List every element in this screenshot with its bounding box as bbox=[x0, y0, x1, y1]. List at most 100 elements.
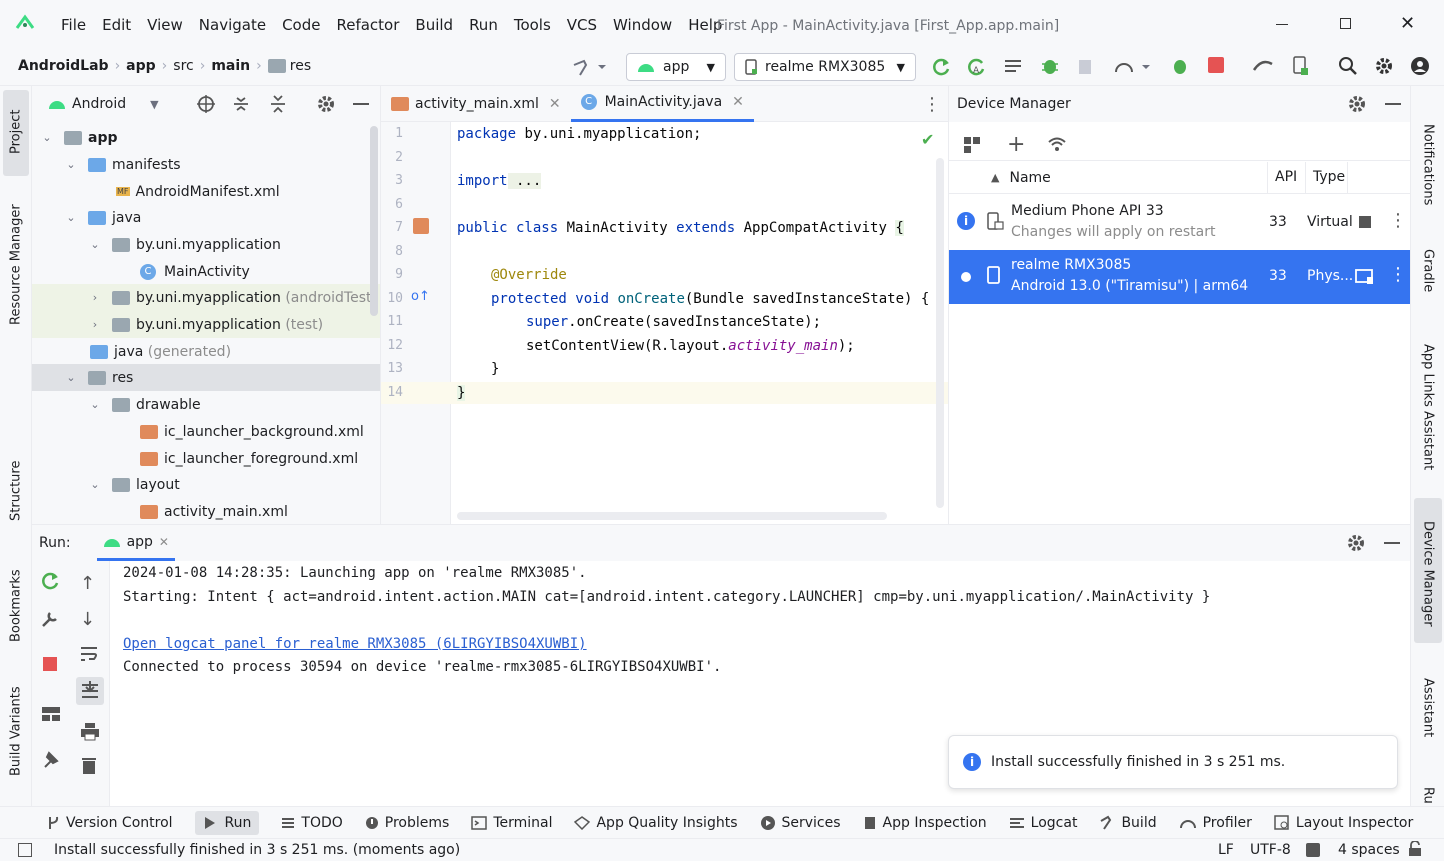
tool-tab-terminal[interactable]: Terminal bbox=[471, 815, 552, 831]
rerun-icon[interactable] bbox=[40, 571, 60, 591]
stop-icon[interactable] bbox=[1208, 57, 1224, 73]
tree-item-activity-main[interactable]: activity_main.xml bbox=[32, 498, 380, 524]
tab-mainactivity-java[interactable]: C MainActivity.java ✕ bbox=[570, 86, 754, 122]
pin-icon[interactable] bbox=[41, 749, 61, 769]
run-list-icon[interactable] bbox=[1004, 58, 1024, 76]
tool-tab-device-manager[interactable]: Device Manager bbox=[1411, 518, 1444, 630]
settings-gear-icon[interactable] bbox=[1347, 94, 1367, 114]
more-options-icon[interactable]: ⋮ bbox=[923, 94, 941, 115]
tool-tab-run[interactable]: Run bbox=[194, 810, 260, 835]
device-mirror-icon[interactable] bbox=[1292, 56, 1310, 76]
print-icon[interactable] bbox=[80, 721, 100, 741]
menu-refactor[interactable]: Refactor bbox=[336, 16, 399, 34]
breadcrumb-project[interactable]: AndroidLab bbox=[18, 58, 109, 74]
file-encoding[interactable]: UTF-8 bbox=[1250, 842, 1291, 858]
chevron-down-icon[interactable]: ⌄ bbox=[64, 158, 78, 171]
chevron-down-icon[interactable]: ▼ bbox=[150, 98, 158, 111]
indent-setting[interactable]: 4 spaces bbox=[1338, 842, 1400, 858]
tool-tab-build[interactable]: Build bbox=[1099, 815, 1157, 831]
tree-item-ic-launcher-foreground[interactable]: ic_launcher_foreground.xml bbox=[32, 445, 380, 472]
run-config-selector[interactable]: app ▼ bbox=[626, 53, 726, 81]
menu-navigate[interactable]: Navigate bbox=[199, 16, 266, 34]
tab-activity-main-xml[interactable]: activity_main.xml ✕ bbox=[381, 86, 571, 122]
tool-tab-resource-manager[interactable]: Resource Manager bbox=[0, 190, 32, 340]
column-header-name[interactable]: Name bbox=[1009, 170, 1050, 186]
install-notification-toast[interactable]: i Install successfully finished in 3 s 2… bbox=[948, 735, 1398, 789]
no-problems-check-icon[interactable]: ✔ bbox=[921, 130, 934, 149]
breadcrumb-res[interactable]: res bbox=[290, 58, 311, 74]
column-header-api[interactable]: API bbox=[1275, 169, 1297, 185]
layout-icon[interactable] bbox=[41, 705, 61, 723]
tool-tab-app-quality-insights[interactable]: App Quality Insights bbox=[574, 815, 738, 831]
more-options-icon[interactable]: ⋮ bbox=[1389, 264, 1407, 285]
add-device-icon[interactable]: + bbox=[1007, 132, 1025, 157]
run-tab-app[interactable]: app ✕ bbox=[96, 525, 175, 561]
tool-tab-gradle[interactable]: Gradle bbox=[1411, 246, 1444, 296]
arrow-down-icon[interactable]: ↓ bbox=[80, 609, 95, 630]
tree-item-app[interactable]: ⌄ app bbox=[32, 124, 380, 151]
horizontal-scrollbar[interactable] bbox=[457, 512, 887, 520]
tool-tab-logcat[interactable]: Logcat bbox=[1009, 815, 1077, 831]
tool-tab-problems[interactable]: Problems bbox=[365, 815, 449, 831]
debug-icon[interactable] bbox=[1040, 56, 1060, 76]
lock-icon[interactable] bbox=[1408, 841, 1422, 857]
tree-item-layout[interactable]: ⌄ layout bbox=[32, 471, 380, 498]
tool-tab-profiler[interactable]: Profiler bbox=[1179, 815, 1252, 831]
line-separator[interactable]: LF bbox=[1218, 842, 1234, 858]
apply-changes-icon[interactable]: A bbox=[966, 57, 986, 77]
menu-run[interactable]: Run bbox=[469, 16, 498, 34]
scroll-to-end-toggle[interactable] bbox=[76, 677, 104, 705]
rerun-icon[interactable] bbox=[931, 57, 951, 77]
tool-tab-project[interactable]: Project bbox=[0, 92, 32, 172]
stop-icon[interactable] bbox=[43, 657, 57, 671]
toggle-tool-windows-icon[interactable] bbox=[18, 843, 32, 857]
restore-button[interactable] bbox=[1340, 18, 1351, 29]
tree-item-mainactivity[interactable]: C MainActivity bbox=[32, 258, 380, 285]
tool-tab-structure[interactable]: Structure bbox=[0, 446, 32, 536]
tool-tab-running-devices[interactable]: Ru bbox=[1411, 784, 1444, 806]
tool-tab-layout-inspector[interactable]: Layout Inspector bbox=[1274, 815, 1413, 831]
chevron-down-icon[interactable]: ⌄ bbox=[88, 398, 102, 411]
tool-tab-app-links[interactable]: App Links Assistant bbox=[1411, 342, 1444, 472]
tool-tab-bookmarks[interactable]: Bookmarks bbox=[0, 556, 32, 656]
status-message[interactable]: Install successfully finished in 3 s 251… bbox=[54, 842, 460, 858]
search-icon[interactable] bbox=[1338, 56, 1358, 76]
menu-window[interactable]: Window bbox=[613, 16, 672, 34]
tree-item-java[interactable]: ⌄ java bbox=[32, 204, 380, 231]
menu-edit[interactable]: Edit bbox=[102, 16, 131, 34]
info-icon[interactable]: i bbox=[957, 212, 975, 230]
close-icon[interactable]: ✕ bbox=[732, 94, 744, 110]
hide-panel-icon[interactable] bbox=[1385, 103, 1401, 105]
settings-gear-icon[interactable] bbox=[316, 94, 336, 114]
sort-ascending-icon[interactable]: ▲ bbox=[991, 171, 999, 184]
project-view-selector[interactable]: Android bbox=[72, 96, 126, 112]
hammer-icon[interactable] bbox=[572, 57, 606, 77]
stop-device-icon[interactable] bbox=[1359, 216, 1371, 228]
attach-debugger-icon[interactable] bbox=[1076, 57, 1096, 77]
folded-imports[interactable]: ... bbox=[507, 173, 542, 189]
tree-item-package-main[interactable]: ⌄ by.uni.myapplication bbox=[32, 231, 380, 258]
settings-gear-icon[interactable] bbox=[1346, 533, 1366, 553]
tool-tab-version-control[interactable]: Version Control bbox=[46, 815, 173, 831]
chevron-right-icon[interactable]: › bbox=[88, 291, 102, 304]
tool-tab-notifications[interactable]: Notifications bbox=[1411, 120, 1444, 210]
menu-tools[interactable]: Tools bbox=[514, 16, 551, 34]
scrollbar[interactable] bbox=[370, 126, 378, 316]
tool-tab-app-inspection[interactable]: App Inspection bbox=[863, 815, 987, 831]
breadcrumb-app[interactable]: app bbox=[126, 58, 156, 74]
soft-wrap-icon[interactable] bbox=[80, 645, 100, 663]
close-button[interactable]: ✕ bbox=[1400, 13, 1415, 34]
collapse-all-icon[interactable] bbox=[269, 95, 287, 113]
tree-item-res[interactable]: ⌄ res bbox=[32, 364, 380, 391]
device-selector[interactable]: realme RMX3085 ▼ bbox=[734, 53, 916, 81]
tree-item-package-test[interactable]: › by.uni.myapplication (test) bbox=[32, 311, 380, 338]
close-icon[interactable]: ✕ bbox=[159, 535, 169, 549]
attach-process-icon[interactable] bbox=[1170, 56, 1190, 76]
layout-xml-gutter-icon[interactable] bbox=[413, 218, 429, 234]
tree-item-manifests[interactable]: ⌄ manifests bbox=[32, 151, 380, 178]
settings-gear-icon[interactable] bbox=[1374, 56, 1394, 76]
tree-item-java-generated[interactable]: java (generated) bbox=[32, 338, 380, 365]
tool-tab-build-variants[interactable]: Build Variants bbox=[0, 676, 32, 786]
open-logcat-link[interactable]: Open logcat panel for realme RMX3085 (6L… bbox=[123, 636, 587, 652]
chevron-down-icon[interactable]: ⌄ bbox=[40, 131, 54, 144]
